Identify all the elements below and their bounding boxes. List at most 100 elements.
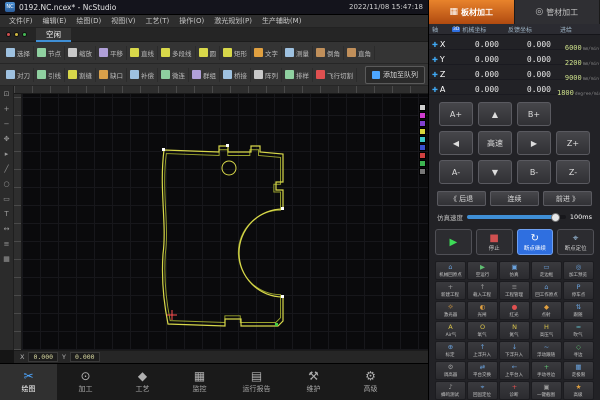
machine-function-button[interactable]: ▶ 空运行: [467, 261, 498, 280]
mode-tab[interactable]: ▦ 监控: [171, 364, 228, 400]
toolbar-item[interactable]: 多段线: [158, 46, 196, 60]
machine-function-button[interactable]: ♪ 蜂鸣测试: [435, 381, 466, 400]
machine-function-button[interactable]: ≈ 吹气: [563, 321, 594, 340]
view-tool-icon[interactable]: ▦: [3, 255, 10, 263]
view-tool-icon[interactable]: ▭: [3, 195, 10, 203]
machine-function-button[interactable]: ~ 浮动跟随: [531, 341, 562, 360]
part-hole[interactable]: [222, 161, 236, 175]
color-swatch[interactable]: [419, 104, 426, 111]
view-tool-icon[interactable]: ╱: [4, 165, 8, 173]
machine-function-button[interactable]: ↓ 下浮升入: [499, 341, 530, 360]
jog-button[interactable]: Z-: [556, 160, 590, 184]
mode-tab[interactable]: ⚒ 维护: [285, 364, 342, 400]
machine-function-button[interactable]: A Air气: [435, 321, 466, 340]
machining-mode-tab[interactable]: ◎ 管材加工: [515, 0, 600, 24]
machine-function-button[interactable]: O 氧气: [467, 321, 498, 340]
toolbar-item[interactable]: 阵列: [251, 68, 282, 82]
toolbar-item[interactable]: 桥接: [220, 68, 251, 82]
part-outline[interactable]: [162, 146, 283, 326]
run-control-button[interactable]: ⌖ 断点定位: [557, 229, 594, 255]
machine-function-button[interactable]: ↑ 载入工程: [467, 281, 498, 300]
jog-button[interactable]: B-: [517, 160, 551, 184]
machine-function-button[interactable]: ▣ 仿真: [499, 261, 530, 280]
jog-button[interactable]: 高速: [478, 131, 512, 155]
mode-tab[interactable]: ⚙ 高级: [342, 364, 399, 400]
machine-function-button[interactable]: ▭ 走边框: [531, 261, 562, 280]
machine-state-tab[interactable]: 空闲: [36, 28, 71, 42]
toolbar-item[interactable]: 圆: [196, 46, 221, 60]
toolbar-item[interactable]: 矩形: [220, 46, 251, 60]
machine-function-button[interactable]: ☼ 激光器: [435, 301, 466, 320]
jog-button[interactable]: ▼: [478, 160, 512, 184]
color-swatch[interactable]: [419, 168, 426, 175]
toolbar-item[interactable]: 平移: [96, 46, 127, 60]
menu-item[interactable]: 工艺(T): [141, 16, 175, 26]
machine-function-button[interactable]: ≡ 工程管理: [499, 281, 530, 300]
color-swatch[interactable]: [419, 160, 426, 167]
machine-function-button[interactable]: ◎ 加工预览: [563, 261, 594, 280]
machine-function-button[interactable]: ● 红光: [499, 301, 530, 320]
jog-button[interactable]: ◀: [439, 131, 473, 155]
view-tool-icon[interactable]: ○: [3, 180, 9, 188]
view-tool-icon[interactable]: ✥: [4, 135, 10, 143]
toolbar-item[interactable]: 倒角: [313, 46, 344, 60]
toolbar-item[interactable]: 文字: [251, 46, 282, 60]
step-forward-button[interactable]: 前进 》: [543, 191, 592, 206]
view-tool-icon[interactable]: T: [4, 210, 8, 218]
mode-tab[interactable]: ⊙ 加工: [57, 364, 114, 400]
menu-item[interactable]: 文件(F): [4, 16, 38, 26]
machine-function-button[interactable]: ⇄ 平台交换: [467, 361, 498, 380]
machine-function-button[interactable]: ▦ 走极限: [563, 361, 594, 380]
toolbar-item[interactable]: 直角: [344, 46, 375, 60]
machine-function-button[interactable]: ↑ 上浮升入: [467, 341, 498, 360]
machine-function-button[interactable]: + 手动寻边: [531, 361, 562, 380]
menu-item[interactable]: 操作(O): [174, 16, 209, 26]
jog-button[interactable]: A+: [439, 102, 473, 126]
toolbar-item[interactable]: 补偿: [127, 68, 158, 82]
machine-function-button[interactable]: ⌖ 回固定位: [467, 381, 498, 400]
jog-button[interactable]: ▶: [517, 131, 551, 155]
machine-function-button[interactable]: + 诊断: [499, 381, 530, 400]
machine-function-button[interactable]: ▣ 一键截图: [531, 381, 562, 400]
toolbar-item[interactable]: 引线: [34, 68, 65, 82]
view-tool-icon[interactable]: +: [4, 105, 10, 113]
menu-item[interactable]: 激光规划(P): [209, 16, 257, 26]
color-swatch[interactable]: [419, 136, 426, 143]
toolbar-item[interactable]: 直线: [127, 46, 158, 60]
color-swatch[interactable]: [419, 144, 426, 151]
toolbar-item[interactable]: 缩放: [65, 46, 96, 60]
color-swatch[interactable]: [419, 112, 426, 119]
menu-item[interactable]: 编辑(E): [38, 16, 72, 26]
mode-tab[interactable]: ▤ 运行报告: [228, 364, 285, 400]
toolbar-item[interactable]: 排样: [282, 68, 313, 82]
machine-function-button[interactable]: ⌂ 机械回原点: [435, 261, 466, 280]
machine-function-button[interactable]: ★ 高级: [563, 381, 594, 400]
view-tool-icon[interactable]: ≡: [4, 240, 10, 248]
color-swatch[interactable]: [419, 128, 426, 135]
machine-function-button[interactable]: ◆ 点射: [531, 301, 562, 320]
machine-function-button[interactable]: + 新建工程: [435, 281, 466, 300]
run-control-button[interactable]: ■ 停止: [476, 229, 513, 255]
view-tool-icon[interactable]: ↔: [4, 225, 10, 233]
machine-function-button[interactable]: P 停车点: [563, 281, 594, 300]
toolbar-item[interactable]: 选择: [3, 46, 34, 60]
color-swatch[interactable]: [419, 120, 426, 127]
toolbar-item[interactable]: 对刀: [3, 68, 34, 82]
jog-button[interactable]: ▲: [478, 102, 512, 126]
drawing-canvas[interactable]: [22, 94, 428, 350]
jog-button[interactable]: B+: [517, 102, 551, 126]
continuous-button[interactable]: 连续: [490, 191, 539, 206]
machine-function-button[interactable]: ⚙ 调高器: [435, 361, 466, 380]
sim-speed-knob[interactable]: [551, 213, 560, 222]
machine-function-button[interactable]: H 高压气: [531, 321, 562, 340]
toolbar-item[interactable]: 群组: [189, 68, 220, 82]
machining-mode-tab[interactable]: ▦ 板材加工: [429, 0, 515, 24]
run-control-button[interactable]: ↻ 断点继续: [517, 229, 554, 255]
machine-function-button[interactable]: N 氮气: [499, 321, 530, 340]
toolbar-item[interactable]: 割缝: [65, 68, 96, 82]
view-tool-icon[interactable]: ▸: [5, 150, 9, 158]
toolbar-item[interactable]: 飞行切割: [313, 68, 357, 82]
machine-function-button[interactable]: ⌂ 回工作原点: [531, 281, 562, 300]
mode-tab[interactable]: ✂ 绘图: [0, 364, 57, 400]
menu-item[interactable]: 视图(V): [106, 16, 140, 26]
